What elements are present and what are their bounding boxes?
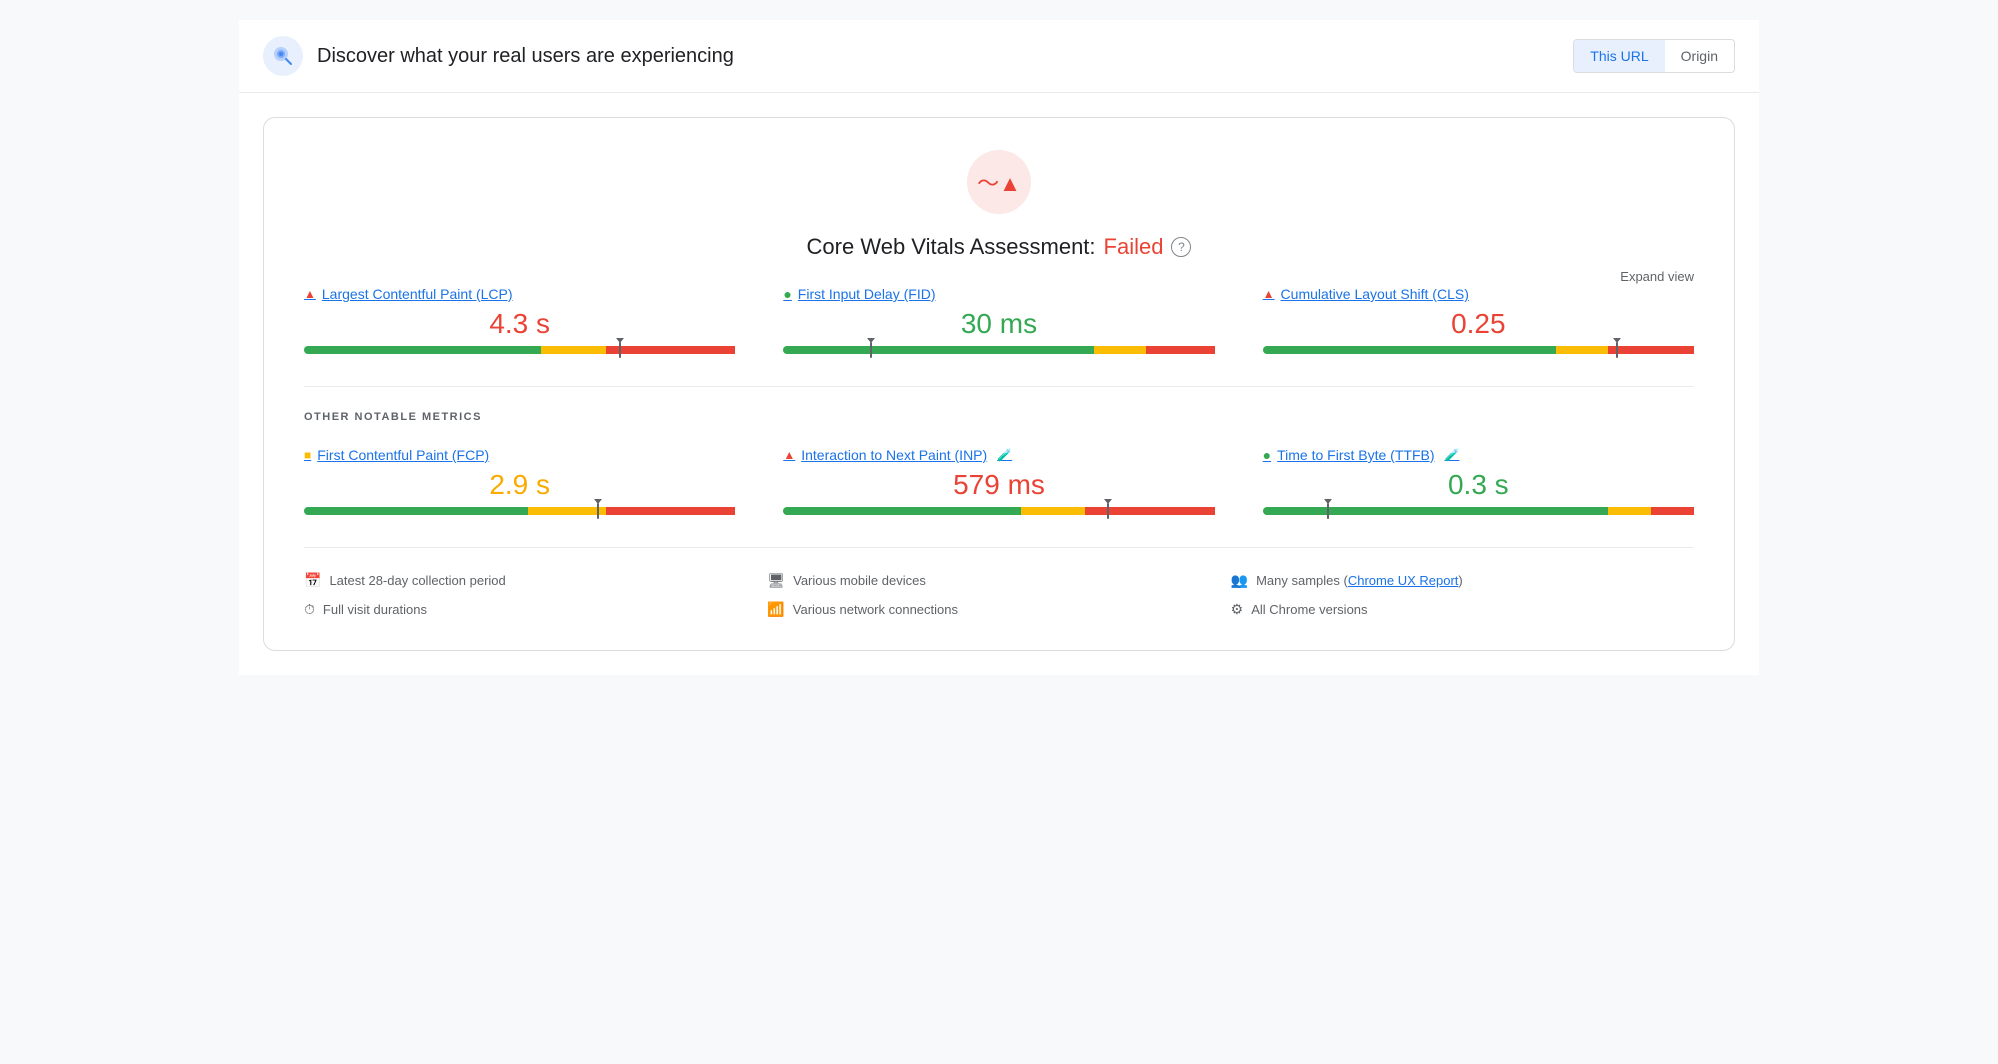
lab-badge: 🧪: [1445, 448, 1460, 462]
metric-status-icon: ■: [304, 448, 311, 462]
bar-orange: [1094, 346, 1146, 354]
this-url-button[interactable]: This URL: [1574, 40, 1664, 72]
metric-value-cls: 0.25: [1263, 308, 1694, 340]
metric-title-fcp[interactable]: ■ First Contentful Paint (FCP): [304, 447, 735, 463]
bar-marker: [597, 503, 599, 519]
metric-bar-ttfb: [1263, 507, 1694, 515]
metric-label-cls: Cumulative Layout Shift (CLS): [1281, 286, 1469, 302]
metric-value-fcp: 2.9 s: [304, 469, 735, 501]
logo: [263, 36, 303, 76]
metric-label-inp: Interaction to Next Paint (INP): [801, 447, 987, 463]
failed-icon: ～▲: [977, 166, 1021, 198]
assessment-status: Failed: [1104, 234, 1164, 260]
metric-value-lcp: 4.3 s: [304, 308, 735, 340]
bar-orange: [541, 346, 606, 354]
footer-icon-3: ⏱: [304, 601, 315, 618]
metric-status-icon: ▲: [1263, 287, 1275, 301]
bar-green: [783, 346, 1094, 354]
footer-icon-2: 👥: [1231, 572, 1248, 589]
footer-icon-1: 🖥: [767, 572, 785, 589]
bar-red: [1651, 507, 1694, 515]
footer-text-1: Various mobile devices: [793, 573, 926, 588]
bar-red: [1085, 507, 1214, 515]
metric-status-icon: ●: [783, 286, 791, 302]
bar-red: [1146, 346, 1215, 354]
footer-item-0: 📅 Latest 28-day collection period: [304, 572, 767, 589]
bar-red: [606, 346, 735, 354]
bar-green: [304, 346, 541, 354]
metric-bar-fcp: [304, 507, 735, 515]
metric-bar-fid: [783, 346, 1214, 354]
metric-label-lcp: Largest Contentful Paint (LCP): [322, 286, 513, 302]
bar-green: [1263, 507, 1608, 515]
metric-item-cls: ▲ Cumulative Layout Shift (CLS) 0.25: [1263, 286, 1694, 354]
metric-title-ttfb[interactable]: ● Time to First Byte (TTFB) 🧪: [1263, 447, 1694, 463]
footer-icon-0: 📅: [304, 572, 321, 589]
footer-item-2: 👥 Many samples (Chrome UX Report): [1231, 572, 1694, 589]
footer-text-2: Many samples (Chrome UX Report): [1256, 573, 1463, 588]
origin-button[interactable]: Origin: [1665, 40, 1734, 72]
metric-item-ttfb: ● Time to First Byte (TTFB) 🧪 0.3 s: [1263, 447, 1694, 515]
bar-red: [606, 507, 735, 515]
bar-marker: [619, 342, 621, 358]
metric-value-inp: 579 ms: [783, 469, 1214, 501]
metric-title-lcp[interactable]: ▲ Largest Contentful Paint (LCP): [304, 286, 735, 302]
expand-view: Expand view: [304, 268, 1694, 286]
page-header: Discover what your real users are experi…: [239, 20, 1759, 93]
metric-label-fcp: First Contentful Paint (FCP): [317, 447, 489, 463]
bar-green: [783, 507, 1020, 515]
metric-value-ttfb: 0.3 s: [1263, 469, 1694, 501]
metric-item-lcp: ▲ Largest Contentful Paint (LCP) 4.3 s: [304, 286, 735, 354]
help-icon[interactable]: ?: [1171, 237, 1191, 257]
bar-marker: [1107, 503, 1109, 519]
bar-green: [1263, 346, 1556, 354]
metric-status-icon: ●: [1263, 447, 1271, 463]
bar-orange: [1556, 346, 1608, 354]
metric-item-inp: ▲ Interaction to Next Paint (INP) 🧪 579 …: [783, 447, 1214, 515]
metric-bar-inp: [783, 507, 1214, 515]
footer-item-5: ⚙ All Chrome versions: [1231, 601, 1694, 618]
footer-icon-4: 📶: [767, 601, 784, 618]
footer-text-3: Full visit durations: [323, 602, 427, 617]
footer-item-1: 🖥 Various mobile devices: [767, 572, 1230, 589]
footer-item-3: ⏱ Full visit durations: [304, 601, 767, 618]
footer-text-0: Latest 28-day collection period: [329, 573, 505, 588]
footer-icon-5: ⚙: [1231, 601, 1244, 618]
metric-bar-cls: [1263, 346, 1694, 354]
bar-orange: [1021, 507, 1086, 515]
assessment-icon-wrap: ～▲: [967, 150, 1031, 214]
assessment-title: Core Web Vitals Assessment: Failed ?: [807, 234, 1192, 260]
metric-item-fcp: ■ First Contentful Paint (FCP) 2.9 s: [304, 447, 735, 515]
metric-status-icon: ▲: [304, 287, 316, 301]
lab-badge: 🧪: [997, 448, 1012, 462]
metric-label-fid: First Input Delay (FID): [798, 286, 936, 302]
metric-value-fid: 30 ms: [783, 308, 1214, 340]
bar-orange: [528, 507, 606, 515]
main-card: ～▲ Core Web Vitals Assessment: Failed ? …: [263, 117, 1735, 651]
metric-status-icon: ▲: [783, 448, 795, 462]
bar-orange: [1608, 507, 1651, 515]
footer-text-4: Various network connections: [793, 602, 958, 617]
metric-label-ttfb: Time to First Byte (TTFB): [1277, 447, 1434, 463]
core-metrics-grid: ▲ Largest Contentful Paint (LCP) 4.3 s ●…: [304, 286, 1694, 354]
footer-item-4: 📶 Various network connections: [767, 601, 1230, 618]
footer-info: 📅 Latest 28-day collection period 🖥 Vari…: [304, 547, 1694, 618]
section-divider: [304, 386, 1694, 387]
bar-marker: [870, 342, 872, 358]
other-metrics-grid: ■ First Contentful Paint (FCP) 2.9 s ▲ I…: [304, 447, 1694, 515]
expand-view-link[interactable]: Expand view: [1620, 269, 1694, 284]
metric-bar-lcp: [304, 346, 735, 354]
metric-item-fid: ● First Input Delay (FID) 30 ms: [783, 286, 1214, 354]
bar-red: [1608, 346, 1694, 354]
other-metrics-label: OTHER NOTABLE METRICS: [304, 411, 1694, 423]
footer-text-5: All Chrome versions: [1251, 602, 1367, 617]
url-origin-toggle[interactable]: This URL Origin: [1573, 39, 1735, 73]
page-title: Discover what your real users are experi…: [317, 45, 734, 68]
metric-title-cls[interactable]: ▲ Cumulative Layout Shift (CLS): [1263, 286, 1694, 302]
metric-title-fid[interactable]: ● First Input Delay (FID): [783, 286, 1214, 302]
bar-green: [304, 507, 528, 515]
metric-title-inp[interactable]: ▲ Interaction to Next Paint (INP) 🧪: [783, 447, 1214, 463]
footer-link-2[interactable]: Chrome UX Report: [1348, 573, 1459, 588]
